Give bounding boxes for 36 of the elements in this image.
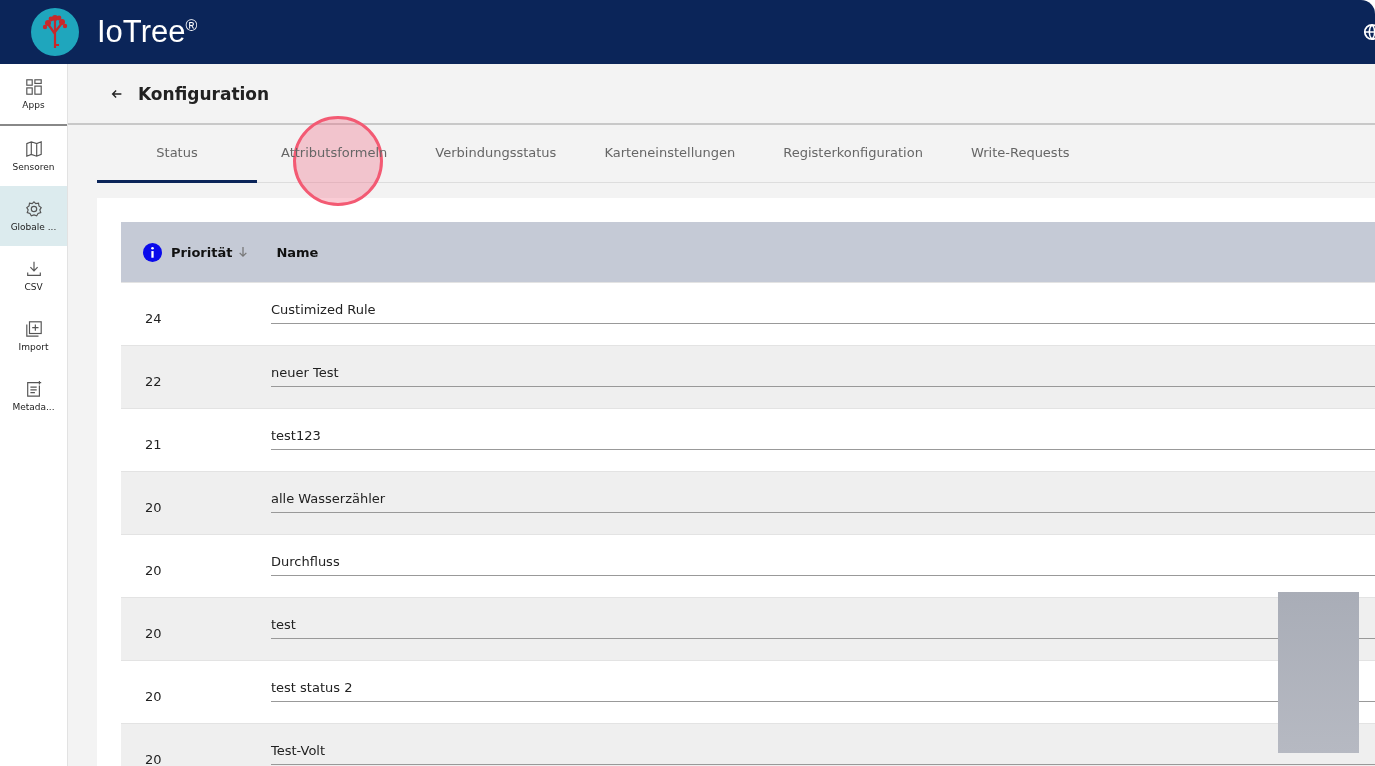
tab[interactable]: Status (97, 125, 257, 183)
table-cell-text: 20 (144, 562, 163, 578)
grid-icon (24, 78, 43, 96)
name-input-field[interactable]: test123 (271, 428, 1375, 450)
settings-icon (24, 200, 43, 218)
add-file-icon (24, 320, 43, 338)
tab[interactable]: Karteneinstellungen (580, 125, 760, 183)
info-icon[interactable] (143, 242, 162, 262)
table-cell-text: 22 (144, 373, 163, 389)
tab[interactable]: Registerkonfiguration (759, 125, 947, 183)
tree-logo-icon (31, 8, 79, 56)
sidebar-item[interactable]: Import (0, 306, 67, 366)
name-input-field[interactable]: Durchfluss (271, 554, 1375, 576)
sidebar-item[interactable]: Metada... (0, 366, 67, 426)
page-title: Konfiguration (138, 83, 270, 104)
sidebar-item[interactable]: CSV (0, 246, 67, 306)
download-icon (24, 260, 43, 278)
sort-arrow-icon[interactable] (238, 246, 249, 258)
column-header[interactable]: Name (276, 244, 319, 260)
table-cell-text: 20 (144, 499, 163, 515)
sidebar-item[interactable]: Sensoren (0, 126, 67, 186)
table-cell-text: 20 (144, 625, 163, 641)
table-cell-text: 24 (144, 310, 163, 326)
tab[interactable]: Verbindungsstatus (411, 125, 581, 183)
column-header[interactable]: Priorität (171, 244, 233, 260)
map-icon (24, 140, 43, 158)
tab[interactable]: Write-Requests (946, 125, 1094, 183)
table-cell-text: 20 (144, 751, 163, 766)
document-icon (24, 380, 43, 398)
sidebar-item[interactable]: Globale ... (0, 186, 67, 246)
table-cell-text: 21 (144, 436, 163, 452)
name-input-field[interactable]: neuer Test (271, 365, 1375, 387)
table-cell-text: 20 (144, 688, 163, 704)
name-input-field[interactable]: Custimized Rule (271, 302, 1375, 324)
name-input-field[interactable]: alle Wasserzähler (271, 491, 1375, 513)
app-name: IoTree$^{®}$ (97, 14, 198, 50)
